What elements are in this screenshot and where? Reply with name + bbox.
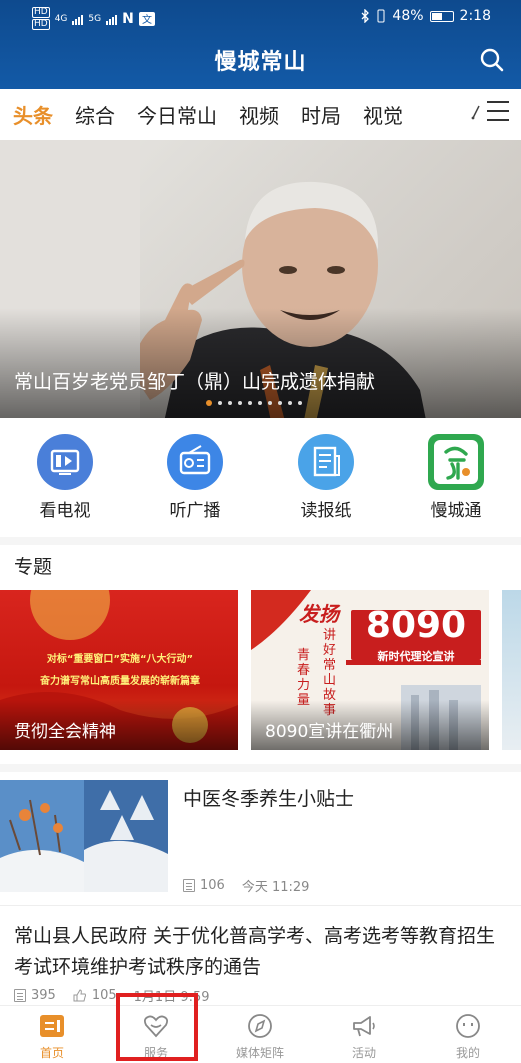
signal-icon-2 (106, 13, 118, 25)
news-time: 今天 11:29 (241, 880, 310, 895)
carousel-dot (298, 401, 302, 405)
carousel-dot (218, 401, 222, 405)
divider (0, 905, 521, 906)
compass-icon (246, 1012, 274, 1040)
news-title[interactable]: 常山县人民政府 关于优化普高学考、高考选考等教育招生考试环境维护考试秩序的通告 (14, 921, 514, 983)
nav-label: 活动 (351, 1046, 376, 1060)
nav-label: 首页 (39, 1046, 64, 1060)
carousel-dot (248, 401, 252, 405)
network-type-2: 5G (88, 13, 102, 24)
quick-entry-label: 看电视 (39, 501, 91, 521)
carousel-dot (278, 401, 282, 405)
topic-banner-line-2: 奋力谱写常山高质量发展的崭新篇章 (40, 676, 200, 687)
banner-caption[interactable]: 常山百岁老党员邹丁（鼎）山完成遗体捐献 (14, 367, 375, 394)
carousel-indicator (206, 400, 302, 406)
network-type-1: 4G (54, 13, 68, 24)
search-icon[interactable] (480, 48, 504, 72)
topic-banner-line-1: 对标“重要窗口”实施“八大行动” (46, 654, 194, 665)
manchengtong-logo (428, 434, 484, 490)
topic-calligraphy-2: 青春力量 (297, 648, 311, 708)
tab-headlines[interactable]: 头条 (13, 100, 53, 129)
signal-icon (72, 13, 84, 25)
menu-icon[interactable] (487, 101, 509, 121)
nfc-icon: N (122, 10, 134, 27)
home-icon (38, 1012, 66, 1040)
radio-icon (167, 434, 223, 490)
topic-8090-logo: 8090 (365, 605, 467, 646)
tab-video[interactable]: 视频 (239, 100, 279, 129)
topic-8090-subtitle: 新时代理论宣讲 (377, 650, 455, 663)
carousel-dot (268, 401, 272, 405)
hd-badge-1: HD (32, 7, 50, 18)
carousel-dot (228, 401, 232, 405)
nav-media-matrix[interactable]: 媒体矩阵 (220, 1012, 300, 1061)
news-item[interactable]: 中医冬季养生小贴士 106 今天 11:29 (0, 778, 521, 900)
bluetooth-icon (361, 9, 370, 23)
topic-card-8090[interactable]: 8090 新时代理论宣讲 发扬 青春力量 讲好常山故事 8090宣讲在衢州 (251, 590, 489, 750)
nav-label: 媒体矩阵 (235, 1046, 284, 1060)
nav-activity[interactable]: 活动 (324, 1012, 404, 1061)
quick-entry-label: 读报纸 (300, 501, 352, 521)
topic-label: 8090宣讲在衢州 (265, 722, 394, 742)
views-icon (183, 879, 195, 892)
quick-entries: 看电视 听广播 读报纸 慢城通 (0, 430, 521, 530)
tab-general[interactable]: 综合 (75, 100, 115, 129)
quick-entry-radio[interactable]: 听广播 (150, 434, 240, 521)
page-title: 慢城常山 (214, 50, 307, 75)
news-thumbnail (0, 780, 168, 892)
carousel-dot (288, 401, 292, 405)
battery-percent: 48% (392, 8, 424, 24)
newspaper-icon (298, 434, 354, 490)
clock: 2:18 (459, 8, 491, 24)
news-title: 中医冬季养生小贴士 (183, 788, 355, 810)
hd-badge-2: HD (32, 19, 50, 30)
vibrate-icon (377, 9, 385, 23)
news-likes: 105 (91, 988, 117, 1003)
carousel-dot-active (206, 400, 212, 406)
tv-icon (37, 434, 93, 490)
nav-mine[interactable]: 我的 (428, 1012, 508, 1061)
tab-scroll-hint-icon (471, 105, 480, 120)
profile-face-icon (454, 1012, 482, 1040)
status-bar: HD HD 4G 5G N 文 48% 2:18 (0, 0, 521, 36)
news-views: 395 (31, 988, 56, 1003)
like-icon (73, 989, 86, 1002)
carousel-dot (238, 401, 242, 405)
megaphone-icon (350, 1012, 378, 1040)
topic-calligraphy-1: 发扬 (299, 602, 339, 626)
tab-current-affairs[interactable]: 时局 (301, 100, 341, 129)
battery-icon (429, 10, 454, 22)
tab-visual[interactable]: 视觉 (363, 100, 403, 129)
quick-entry-label: 慢城通 (430, 501, 482, 521)
nav-label: 我的 (455, 1046, 480, 1060)
section-title-topics: 专题 (14, 556, 53, 578)
nav-home[interactable]: 首页 (12, 1012, 92, 1061)
bottom-nav: 首页 服务 媒体矩阵 活动 我的 (0, 1005, 521, 1063)
carousel-dot (258, 401, 262, 405)
translate-icon: 文 (138, 11, 155, 26)
topic-label: 贯彻全会精神 (14, 722, 116, 742)
highlight-annotation-box (116, 993, 198, 1061)
quick-entry-manchengtong[interactable]: 慢城通 (411, 434, 501, 521)
svg-text:文: 文 (142, 13, 152, 26)
topic-card-partial[interactable] (502, 590, 521, 750)
divider (0, 537, 521, 545)
category-tabs: 头条 综合 今日常山 视频 时局 视觉 (0, 89, 521, 139)
divider (0, 764, 521, 772)
app-header: HD HD 4G 5G N 文 48% 2:18 慢城常山 (0, 0, 521, 89)
views-icon (14, 989, 26, 1002)
quick-entry-newspaper[interactable]: 读报纸 (281, 434, 371, 521)
news-views: 106 (200, 878, 225, 893)
news-meta: 106 今天 11:29 (183, 876, 309, 895)
quick-entry-label: 听广播 (169, 501, 221, 521)
quick-entry-tv[interactable]: 看电视 (20, 434, 110, 521)
tab-menu[interactable] (467, 101, 509, 121)
topic-card-plenary[interactable]: 对标“重要窗口”实施“八大行动” 奋力谱写常山高质量发展的崭新篇章 贯彻全会精神 (0, 590, 238, 750)
tab-today-changshan[interactable]: 今日常山 (137, 100, 217, 129)
